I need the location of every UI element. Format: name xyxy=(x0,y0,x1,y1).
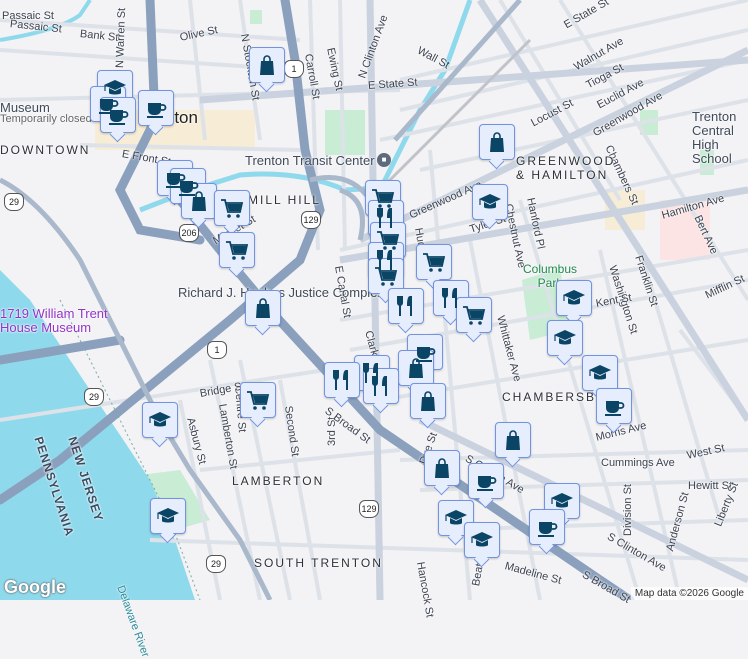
street-label: N Warren St xyxy=(114,7,129,69)
shopping-icon xyxy=(490,132,504,152)
map-attribution[interactable]: Map data ©2026 Google xyxy=(630,587,748,600)
grocery-marker[interactable] xyxy=(214,190,250,226)
school-icon xyxy=(563,290,585,305)
school-marker[interactable] xyxy=(547,320,583,356)
coffee-marker[interactable] xyxy=(529,509,565,545)
route-shield: 129 xyxy=(359,500,379,518)
school-marker[interactable] xyxy=(472,184,508,220)
coffee-icon xyxy=(147,103,167,118)
shopping-icon xyxy=(421,391,435,411)
restaurant-marker[interactable] xyxy=(324,362,360,398)
coffee-marker[interactable] xyxy=(138,90,174,126)
poi-museum-status: Temporarily closed xyxy=(0,113,92,125)
grocery-marker[interactable] xyxy=(219,232,255,268)
school-marker[interactable] xyxy=(142,402,178,438)
poi-high-school[interactable]: Trenton Central High School xyxy=(692,110,748,166)
school-marker[interactable] xyxy=(556,280,592,316)
restaurant-icon xyxy=(397,296,412,316)
coffee-marker[interactable] xyxy=(100,97,136,133)
shopping-marker[interactable] xyxy=(245,290,281,326)
grocery-marker[interactable] xyxy=(416,244,452,280)
school-icon xyxy=(479,194,501,209)
neighborhood-downtown: DOWNTOWN xyxy=(0,143,91,157)
shopping-icon xyxy=(435,458,449,478)
coffee-icon xyxy=(109,110,129,125)
grocery-icon xyxy=(375,267,398,286)
shopping-icon xyxy=(409,358,423,378)
coffee-icon xyxy=(605,401,625,416)
neighborhood-lamberton: LAMBERTON xyxy=(232,474,325,488)
street-label: Cummings Ave xyxy=(601,457,675,469)
neighborhood-hamilton: & HAMILTON xyxy=(516,168,609,182)
shopping-icon xyxy=(260,55,274,75)
grocery-marker[interactable] xyxy=(240,382,276,418)
school-icon xyxy=(445,510,467,525)
school-marker[interactable] xyxy=(150,498,186,534)
restaurant-icon xyxy=(333,370,348,390)
shopping-marker[interactable] xyxy=(181,183,217,219)
google-logo: Google xyxy=(4,577,66,597)
neighborhood-south-trenton: SOUTH TRENTON xyxy=(254,556,383,570)
coffee-icon xyxy=(538,522,558,537)
coffee-icon xyxy=(477,476,497,491)
poi-transit-center[interactable]: Trenton Transit Center xyxy=(245,153,375,168)
grocery-icon xyxy=(221,199,244,218)
restaurant-marker[interactable] xyxy=(363,368,399,404)
restaurant-icon xyxy=(372,376,387,396)
school-icon xyxy=(554,330,576,345)
grocery-icon xyxy=(463,306,486,325)
route-shield: 29 xyxy=(206,555,226,573)
shopping-marker[interactable] xyxy=(424,450,460,486)
school-icon xyxy=(551,493,573,508)
street-label: Division St xyxy=(622,484,634,536)
route-shield: 29 xyxy=(4,193,24,211)
grocery-icon xyxy=(247,391,270,410)
neighborhood-greenwood: GREENWOOD xyxy=(516,154,616,168)
shopping-icon xyxy=(506,430,520,450)
school-marker[interactable] xyxy=(582,355,618,391)
coffee-marker[interactable] xyxy=(468,463,504,499)
grocery-icon xyxy=(423,253,446,272)
shopping-icon xyxy=(192,191,206,211)
shopping-marker[interactable] xyxy=(410,383,446,419)
route-shield: 1 xyxy=(207,341,227,359)
neighborhood-mill-hill: MILL HILL xyxy=(248,193,321,207)
shopping-marker[interactable] xyxy=(479,124,515,160)
grocery-icon xyxy=(226,241,249,260)
shopping-icon xyxy=(256,298,270,318)
restaurant-marker[interactable] xyxy=(388,288,424,324)
school-icon xyxy=(157,508,179,523)
shopping-marker[interactable] xyxy=(495,422,531,458)
grocery-marker[interactable] xyxy=(456,297,492,333)
route-shield: 129 xyxy=(301,211,321,229)
coffee-marker[interactable] xyxy=(596,388,632,424)
poi-william-trent-house[interactable]: 1719 William Trent House Museum xyxy=(0,307,110,335)
shopping-marker[interactable] xyxy=(249,47,285,83)
school-icon xyxy=(149,412,171,427)
route-shield: 1 xyxy=(284,60,304,78)
school-icon xyxy=(471,532,493,547)
shopping-marker[interactable] xyxy=(398,350,434,386)
train-icon[interactable]: ■ xyxy=(377,153,391,167)
route-shield: 29 xyxy=(84,388,104,406)
school-icon xyxy=(589,365,611,380)
school-marker[interactable] xyxy=(464,522,500,558)
grocery-marker[interactable] xyxy=(368,258,404,294)
